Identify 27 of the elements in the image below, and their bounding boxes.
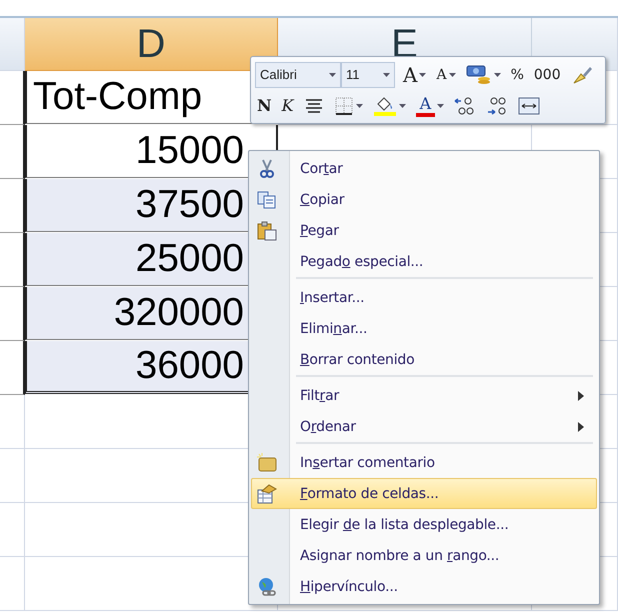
font-color-button[interactable]: A [414, 94, 446, 118]
scissors-icon [257, 159, 277, 179]
note-icon [257, 453, 277, 473]
font-size-field[interactable]: 11 [341, 62, 395, 88]
bold-button[interactable]: N [255, 94, 274, 118]
borders-icon [334, 96, 354, 116]
copy-icon [257, 190, 277, 210]
currency-format-button[interactable] [464, 62, 503, 86]
caret-icon [356, 104, 363, 108]
submenu-arrow-icon [578, 422, 584, 432]
menu-item[interactable]: Asignar nombre a un rango... [251, 540, 597, 571]
globe-link-icon [257, 577, 277, 597]
clipboard-icon [257, 221, 277, 241]
table-cell: 15000 [25, 125, 278, 178]
caret-icon [437, 104, 444, 108]
number-format-button[interactable]: 000 [532, 62, 563, 86]
submenu-arrow-icon [578, 391, 584, 401]
menu-item[interactable]: Ordenar [251, 411, 597, 442]
menu-item[interactable]: Hipervínculo... [251, 571, 597, 602]
font-name-field[interactable]: Calibri [255, 62, 341, 88]
format-cells-icon [257, 484, 277, 504]
menu-item[interactable]: Elegir de la lista desplegable... [251, 509, 597, 540]
menu-item[interactable]: Insertar comentario [251, 447, 597, 478]
column-header[interactable]: D [25, 18, 278, 71]
menu-item[interactable]: Formato de celdas... [251, 478, 597, 509]
italic-button[interactable]: K [280, 94, 296, 118]
caret-icon [398, 104, 406, 108]
